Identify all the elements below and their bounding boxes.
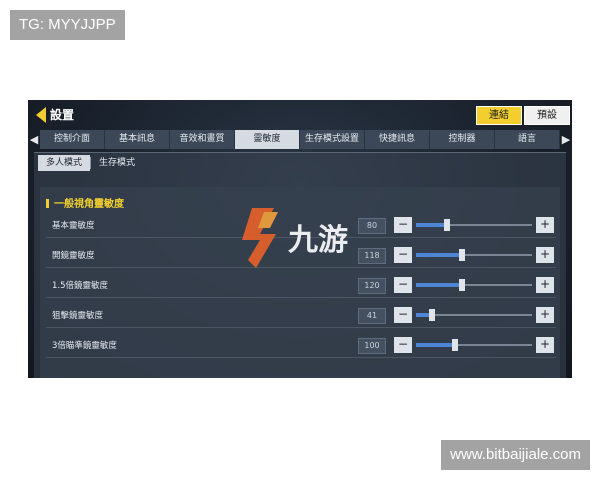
- tab-0[interactable]: 控制介面: [40, 129, 105, 149]
- increase-button[interactable]: +: [536, 307, 554, 323]
- tab-7[interactable]: 語言: [495, 129, 560, 149]
- back-button[interactable]: 設置: [36, 106, 74, 123]
- slider-fill: [416, 343, 455, 347]
- slider-fill: [416, 283, 463, 287]
- top-bar: 設置 連結 預設: [28, 100, 572, 130]
- slider-row: 1.5倍鏡靈敏度 120− +: [46, 275, 556, 298]
- increase-button[interactable]: +: [536, 217, 554, 233]
- slider-row: 狙擊鏡靈敏度 41− +: [46, 305, 556, 328]
- decrease-button[interactable]: −: [394, 307, 412, 323]
- subtab-0[interactable]: 多人模式: [38, 155, 91, 171]
- game-settings-screen: 設置 連結 預設 ◀ 控制介面 基本訊息 音效和畫質 靈敏度 生存模式設置 快捷訊息 控制器…: [28, 100, 572, 378]
- increase-button[interactable]: +: [536, 337, 554, 353]
- connect-button[interactable]: 連結: [476, 106, 522, 125]
- back-arrow-icon: [36, 106, 46, 123]
- slider-track[interactable]: [416, 279, 532, 291]
- slider-track[interactable]: [416, 339, 532, 351]
- watermark-top-left: TG: MYYJJPP: [10, 10, 125, 40]
- tab-4[interactable]: 生存模式設置: [300, 129, 365, 149]
- slider-value[interactable]: 120: [358, 278, 386, 294]
- tab-5[interactable]: 快捷訊息: [365, 129, 430, 149]
- tab-1[interactable]: 基本訊息: [105, 129, 170, 149]
- slider-handle[interactable]: [459, 279, 466, 291]
- decrease-button[interactable]: −: [394, 247, 412, 263]
- slider-label: 開鏡靈敏度: [52, 251, 95, 261]
- slider-handle[interactable]: [458, 249, 465, 261]
- slider-handle[interactable]: [451, 339, 458, 351]
- logo-text: 九游: [288, 223, 348, 258]
- slider-track[interactable]: [416, 309, 532, 321]
- section-marker-icon: [46, 199, 49, 208]
- slider-value[interactable]: 41: [358, 308, 386, 324]
- watermark-bottom-right: www.bitbaijiale.com: [441, 440, 590, 470]
- slider-handle[interactable]: [443, 219, 450, 231]
- section-title-text: 一般視角靈敏度: [54, 199, 124, 210]
- subtab-1[interactable]: 生存模式: [91, 155, 143, 171]
- tab-right-arrow-icon[interactable]: ▶: [560, 133, 572, 146]
- decrease-button[interactable]: −: [394, 217, 412, 233]
- slider-track[interactable]: [416, 249, 532, 261]
- decrease-button[interactable]: −: [394, 277, 412, 293]
- slider-track[interactable]: [416, 219, 532, 231]
- tab-bar: ◀ 控制介面 基本訊息 音效和畫質 靈敏度 生存模式設置 快捷訊息 控制器 語言 ▶: [28, 129, 572, 149]
- slider-label: 基本靈敏度: [52, 221, 95, 231]
- slider-label: 3倍瞄準鏡靈敏度: [52, 341, 117, 351]
- page-title: 設置: [50, 108, 75, 122]
- preset-button[interactable]: 預設: [524, 106, 570, 125]
- slider-row: 3倍瞄準鏡靈敏度 100− +: [46, 335, 556, 358]
- tab-left-arrow-icon[interactable]: ◀: [28, 133, 40, 146]
- slider-label: 1.5倍鏡靈敏度: [52, 281, 109, 291]
- slider-fill: [416, 253, 462, 257]
- tab-list: 控制介面 基本訊息 音效和畫質 靈敏度 生存模式設置 快捷訊息 控制器 語言: [40, 129, 560, 149]
- mode-subtabs: 多人模式 生存模式: [38, 155, 143, 171]
- slider-label: 狙擊鏡靈敏度: [52, 311, 104, 321]
- tab-6[interactable]: 控制器: [430, 129, 495, 149]
- increase-button[interactable]: +: [536, 277, 554, 293]
- section-title: 一般視角靈敏度: [46, 195, 124, 210]
- tab-2[interactable]: 音效和畫質: [170, 129, 235, 149]
- tab-3[interactable]: 靈敏度: [235, 129, 300, 149]
- slider-handle[interactable]: [428, 309, 435, 321]
- slider-fill: [416, 223, 447, 227]
- increase-button[interactable]: +: [536, 247, 554, 263]
- slider-value[interactable]: 100: [358, 338, 386, 354]
- jiuyou-logo: 九游: [242, 208, 348, 268]
- decrease-button[interactable]: −: [394, 337, 412, 353]
